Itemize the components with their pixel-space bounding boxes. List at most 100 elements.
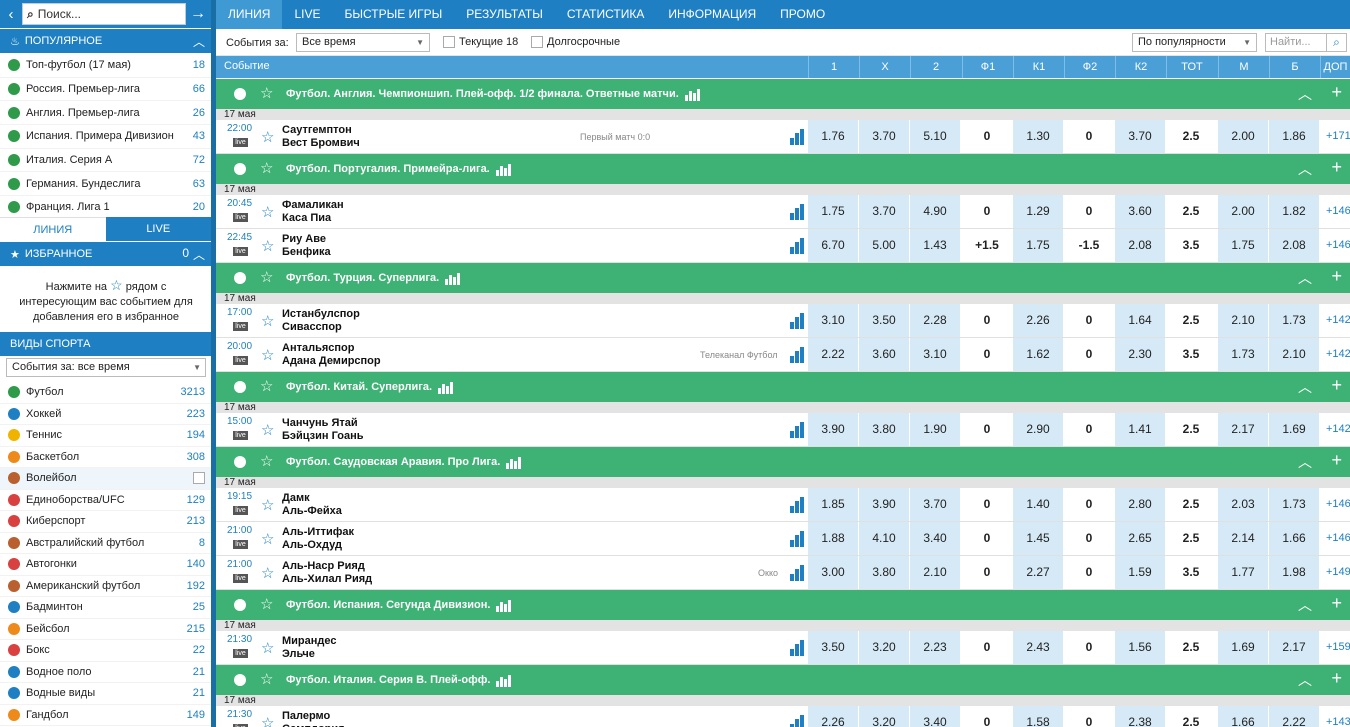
team-home[interactable]: Риу Аве <box>282 233 326 245</box>
odds-cell[interactable]: 2.28 <box>910 304 960 337</box>
star-outline-icon[interactable]: ☆ <box>261 530 274 548</box>
odds-cell[interactable]: 5.10 <box>910 120 960 153</box>
sport-item[interactable]: Футбол 3213 <box>0 382 211 404</box>
odds-cell[interactable]: 2.5 <box>1166 631 1216 664</box>
odds-cell[interactable]: 0 <box>962 488 1012 521</box>
odds-column-header[interactable]: 1 <box>808 56 859 78</box>
odds-column-header[interactable]: Б <box>1269 56 1320 78</box>
odds-cell[interactable]: 2.17 <box>1218 413 1268 446</box>
odds-cell[interactable]: 6.70 <box>808 229 858 262</box>
odds-cell[interactable]: 2.5 <box>1166 522 1216 555</box>
popular-header[interactable]: ♨ ПОПУЛЯРНОЕ ︿ <box>0 29 211 53</box>
odds-cell[interactable]: 2.22 <box>1269 706 1319 727</box>
sport-item[interactable]: Водные виды 21 <box>0 683 211 705</box>
stats-bars-icon[interactable] <box>790 129 806 145</box>
event-row[interactable]: 22:45 live ☆ Риу Аве Бенфика 6.70 5.00 1.43 +1.5… <box>216 229 1350 263</box>
league-header[interactable]: ☆ Футбол. Испания. Сегунда Дивизион. ︿ + <box>216 590 1350 620</box>
stats-bars-icon[interactable] <box>790 238 806 254</box>
odds-cell[interactable]: 1.30 <box>1013 120 1063 153</box>
odds-cell[interactable]: 3.50 <box>808 631 858 664</box>
more-markets-link[interactable]: +143 <box>1320 706 1350 727</box>
more-markets-link[interactable]: +142 <box>1320 413 1350 446</box>
odds-cell[interactable]: 2.00 <box>1218 195 1268 228</box>
odds-cell[interactable]: 0 <box>1064 413 1114 446</box>
event-row[interactable]: 15:00 live ☆ Чанчунь Ятай Бэйцзин Гоань 3.90 3… <box>216 413 1350 447</box>
back-arrow-icon[interactable]: ‹ <box>0 6 22 23</box>
odds-cell[interactable]: 2.00 <box>1218 120 1268 153</box>
tab-live[interactable]: LIVE <box>105 217 211 241</box>
odds-cell[interactable]: 0 <box>1064 304 1114 337</box>
sport-item[interactable]: Волейбол <box>0 468 211 490</box>
odds-cell[interactable]: 1.73 <box>1269 488 1319 521</box>
stats-bars-icon[interactable] <box>790 565 806 581</box>
odds-cell[interactable]: 3.70 <box>1115 120 1165 153</box>
tab-line[interactable]: ЛИНИЯ <box>0 217 106 241</box>
checkbox-box[interactable] <box>443 36 455 48</box>
collapse-chevron-icon[interactable]: ︿ <box>1298 377 1312 397</box>
odds-cell[interactable]: 0 <box>962 631 1012 664</box>
event-row[interactable]: 20:45 live ☆ Фамаликан Каса Пиа 1.75 3.70 4.90 0… <box>216 195 1350 229</box>
odds-cell[interactable]: 4.90 <box>910 195 960 228</box>
odds-column-header[interactable]: 2 <box>910 56 961 78</box>
star-outline-icon[interactable]: ☆ <box>260 268 273 286</box>
odds-cell[interactable]: 2.27 <box>1013 556 1063 589</box>
odds-cell[interactable]: 1.77 <box>1218 556 1268 589</box>
team-away[interactable]: Бэйцзин Гоань <box>282 430 364 442</box>
star-outline-icon[interactable]: ☆ <box>260 670 273 688</box>
odds-cell[interactable]: 3.60 <box>1115 195 1165 228</box>
odds-cell[interactable]: 2.03 <box>1218 488 1268 521</box>
team-away[interactable]: Каса Пиа <box>282 212 331 224</box>
plus-icon[interactable]: + <box>1331 375 1342 396</box>
odds-cell[interactable]: 2.43 <box>1013 631 1063 664</box>
odds-cell[interactable]: -1.5 <box>1064 229 1114 262</box>
nav-item[interactable]: LIVE <box>282 0 332 29</box>
search-go-arrow-icon[interactable]: → <box>186 5 210 23</box>
star-outline-icon[interactable]: ☆ <box>260 159 273 177</box>
odds-cell[interactable]: 2.5 <box>1166 195 1216 228</box>
odds-cell[interactable]: 0 <box>962 706 1012 727</box>
odds-cell[interactable]: 3.70 <box>859 120 909 153</box>
odds-cell[interactable]: 3.40 <box>910 522 960 555</box>
star-outline-icon[interactable]: ☆ <box>261 237 274 255</box>
odds-cell[interactable]: 3.80 <box>859 556 909 589</box>
stats-bars-icon[interactable] <box>496 675 512 687</box>
longterm-checkbox[interactable]: Долгосрочные <box>531 36 620 48</box>
stats-bars-icon[interactable] <box>438 382 454 394</box>
odds-cell[interactable]: 1.40 <box>1013 488 1063 521</box>
sport-item[interactable]: Теннис 194 <box>0 425 211 447</box>
popular-item[interactable]: Топ-футбол (17 мая) 18 <box>0 54 211 78</box>
odds-cell[interactable]: 2.38 <box>1115 706 1165 727</box>
league-header[interactable]: ☆ Футбол. Турция. Суперлига. ︿ + <box>216 263 1350 293</box>
collapse-chevron-icon[interactable]: ︿ <box>1298 268 1312 288</box>
nav-item[interactable]: РЕЗУЛЬТАТЫ <box>454 0 555 29</box>
league-header[interactable]: ☆ Футбол. Англия. Чемпионшип. Плей-офф. 1… <box>216 79 1350 109</box>
popular-item[interactable]: Россия. Премьер-лига 66 <box>0 78 211 102</box>
odds-cell[interactable]: 1.43 <box>910 229 960 262</box>
current-checkbox[interactable]: Текущие 18 <box>443 36 518 48</box>
sport-item[interactable]: Австралийский футбол 8 <box>0 533 211 554</box>
odds-cell[interactable]: 3.90 <box>808 413 858 446</box>
sport-item[interactable]: Бейсбол 215 <box>0 619 211 640</box>
stats-bars-icon[interactable] <box>790 422 806 438</box>
league-header[interactable]: ☆ Футбол. Китай. Суперлига. ︿ + <box>216 372 1350 402</box>
odds-cell[interactable]: 3.5 <box>1166 338 1216 371</box>
odds-cell[interactable]: 1.62 <box>1013 338 1063 371</box>
odds-cell[interactable]: 2.80 <box>1115 488 1165 521</box>
odds-cell[interactable]: 1.45 <box>1013 522 1063 555</box>
more-markets-link[interactable]: +146 <box>1320 229 1350 262</box>
odds-cell[interactable]: 2.26 <box>808 706 858 727</box>
odds-cell[interactable]: 2.08 <box>1269 229 1319 262</box>
odds-cell[interactable]: 1.66 <box>1218 706 1268 727</box>
odds-cell[interactable]: 2.26 <box>1013 304 1063 337</box>
star-outline-icon[interactable]: ☆ <box>261 346 274 364</box>
sport-item[interactable]: Водное поло 21 <box>0 662 211 683</box>
event-row[interactable]: 21:30 live ☆ Мирандес Эльче 3.50 3.20 2.23 0 2.43… <box>216 631 1350 665</box>
plus-icon[interactable]: + <box>1331 266 1342 287</box>
sort-select[interactable]: По популярности ▼ <box>1132 33 1257 52</box>
plus-icon[interactable]: + <box>1331 593 1342 614</box>
odds-cell[interactable]: 2.10 <box>1269 338 1319 371</box>
nav-item[interactable]: БЫСТРЫЕ ИГРЫ <box>332 0 454 29</box>
odds-cell[interactable]: 2.23 <box>910 631 960 664</box>
odds-cell[interactable]: 3.90 <box>859 488 909 521</box>
odds-cell[interactable]: 1.82 <box>1269 195 1319 228</box>
